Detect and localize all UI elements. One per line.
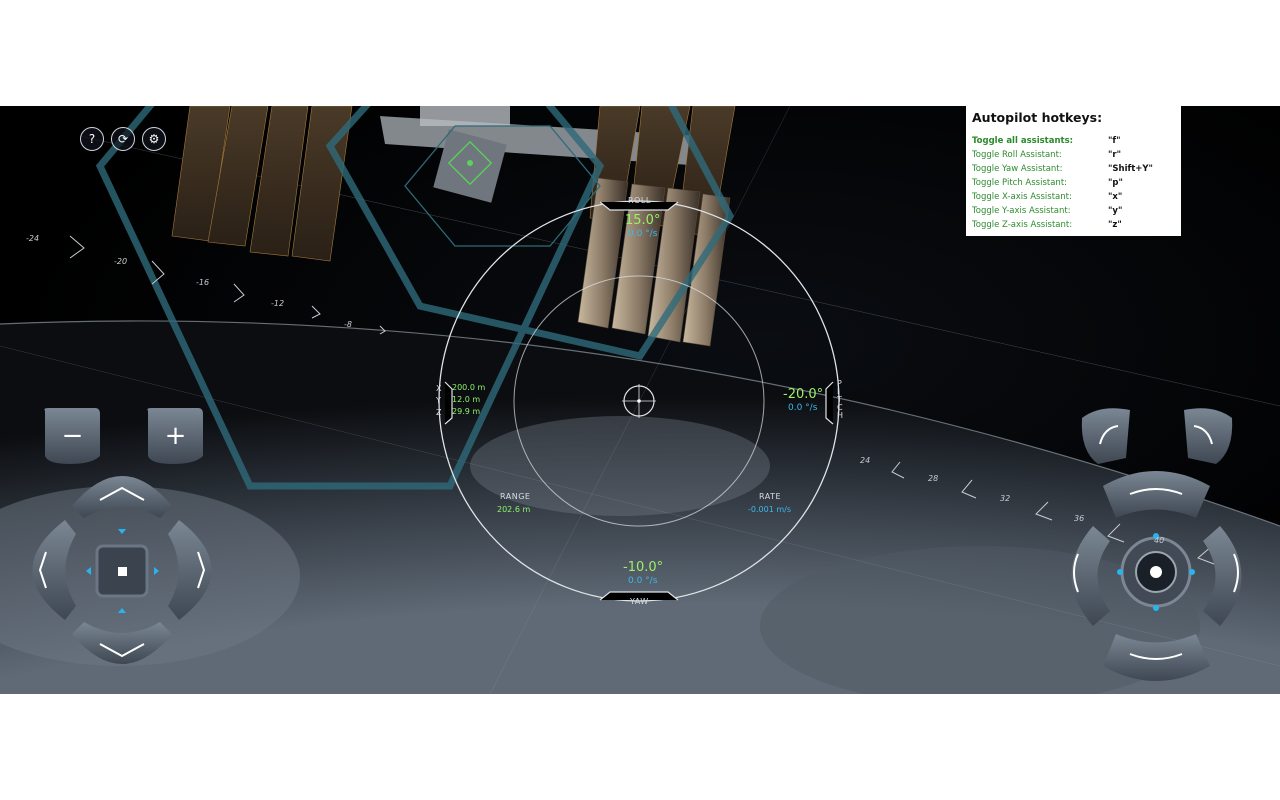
distance-tick: 24 bbox=[860, 456, 871, 465]
translate-left-button[interactable] bbox=[22, 520, 76, 620]
gear-icon: ⚙ bbox=[148, 132, 160, 146]
zoom-in-button[interactable]: + bbox=[148, 408, 203, 464]
hotkey-name: Toggle Yaw Assistant: bbox=[972, 164, 1063, 174]
hotkey-name: Toggle Y-axis Assistant: bbox=[972, 206, 1071, 216]
roll-left-button[interactable] bbox=[1080, 406, 1132, 464]
settings-button[interactable]: ⚙ bbox=[142, 127, 166, 151]
yaw-left-button[interactable] bbox=[1055, 526, 1110, 626]
hotkey-key: "x" bbox=[1108, 192, 1123, 202]
hotkey-row: Toggle Pitch Assistant: "p" bbox=[972, 178, 1172, 188]
hotkey-key: "Shift+Y" bbox=[1108, 164, 1153, 174]
distance-tick: -20 bbox=[114, 257, 128, 266]
hotkey-key: "f" bbox=[1108, 136, 1121, 146]
hotkey-row: Toggle Y-axis Assistant: "y" bbox=[972, 206, 1172, 216]
range-value: 202.6 m bbox=[497, 505, 531, 514]
hotkey-key: "r" bbox=[1108, 150, 1122, 160]
roll-rate: 0.0 °/s bbox=[628, 229, 658, 239]
reset-button[interactable]: ⟳ bbox=[111, 127, 135, 151]
hotkey-key: "p" bbox=[1108, 178, 1123, 188]
hotkey-name: Toggle X-axis Assistant: bbox=[972, 192, 1072, 202]
distance-tick: 28 bbox=[928, 474, 939, 483]
hotkey-row: Toggle Z-axis Assistant: "z" bbox=[972, 220, 1172, 230]
distance-tick: 36 bbox=[1074, 514, 1085, 523]
hotkey-key: "y" bbox=[1108, 206, 1123, 216]
hotkey-name: Toggle all assistants: bbox=[972, 136, 1074, 146]
distance-tick: 32 bbox=[1000, 494, 1011, 503]
translate-down-button[interactable] bbox=[72, 622, 172, 672]
distance-tick: -12 bbox=[271, 299, 285, 308]
y-axis-label: Y bbox=[436, 396, 442, 405]
z-distance: 29.9 m bbox=[452, 407, 481, 416]
distance-tick: -24 bbox=[26, 234, 40, 243]
hotkey-name: Toggle Z-axis Assistant: bbox=[972, 220, 1073, 230]
hotkey-key: "z" bbox=[1108, 220, 1122, 230]
hotkey-row: Toggle X-axis Assistant: "x" bbox=[972, 192, 1172, 202]
plus-icon: + bbox=[164, 421, 187, 451]
minus-icon: − bbox=[61, 421, 84, 451]
y-distance: 12.0 m bbox=[452, 395, 481, 404]
x-distance: 200.0 m bbox=[452, 383, 486, 392]
iss-solar-arrays-left bbox=[171, 106, 353, 262]
yaw-right-button[interactable] bbox=[1203, 526, 1258, 626]
zoom-out-button[interactable]: − bbox=[45, 408, 100, 464]
translate-stop-button[interactable] bbox=[97, 546, 147, 596]
yaw-angle: -10.0° bbox=[623, 560, 664, 575]
roll-right-button[interactable] bbox=[1182, 406, 1234, 464]
z-axis-label: Z bbox=[436, 408, 442, 417]
autopilot-hotkeys-panel: Autopilot hotkeys: Toggle all assistants… bbox=[966, 106, 1181, 236]
pitch-up-button[interactable] bbox=[1103, 468, 1211, 518]
pitch-down-button[interactable] bbox=[1103, 634, 1211, 684]
translate-up-button[interactable] bbox=[72, 468, 172, 518]
reset-icon: ⟳ bbox=[117, 132, 129, 146]
roll-label: ROLL bbox=[628, 196, 651, 205]
translate-right-button[interactable] bbox=[168, 520, 222, 620]
yaw-rate: 0.0 °/s bbox=[628, 576, 658, 586]
hotkeys-title: Autopilot hotkeys: bbox=[972, 110, 1103, 125]
pitch-rate: 0.0 °/s bbox=[788, 403, 818, 413]
hotkey-row: Toggle all assistants: "f" bbox=[972, 136, 1172, 146]
pitch-angle: -20.0° bbox=[783, 387, 824, 402]
roll-angle: 15.0° bbox=[625, 213, 661, 228]
hotkey-name: Toggle Roll Assistant: bbox=[972, 150, 1062, 160]
yaw-label: YAW bbox=[630, 597, 649, 606]
rate-label: RATE bbox=[759, 492, 782, 501]
rate-value: -0.001 m/s bbox=[748, 505, 791, 514]
hotkey-row: Toggle Roll Assistant: "r" bbox=[972, 150, 1172, 160]
hotkey-row: Toggle Yaw Assistant: "Shift+Y" bbox=[972, 164, 1172, 174]
help-icon: ? bbox=[88, 132, 96, 146]
range-label: RANGE bbox=[500, 492, 531, 501]
pitch-label: PITCH bbox=[837, 379, 844, 420]
x-axis-label: X bbox=[436, 384, 442, 393]
distance-tick: -8 bbox=[344, 320, 352, 329]
rotation-center-button[interactable] bbox=[1122, 538, 1190, 606]
help-button[interactable]: ? bbox=[80, 127, 104, 151]
distance-tick: -16 bbox=[196, 278, 210, 287]
hotkey-name: Toggle Pitch Assistant: bbox=[972, 178, 1068, 188]
